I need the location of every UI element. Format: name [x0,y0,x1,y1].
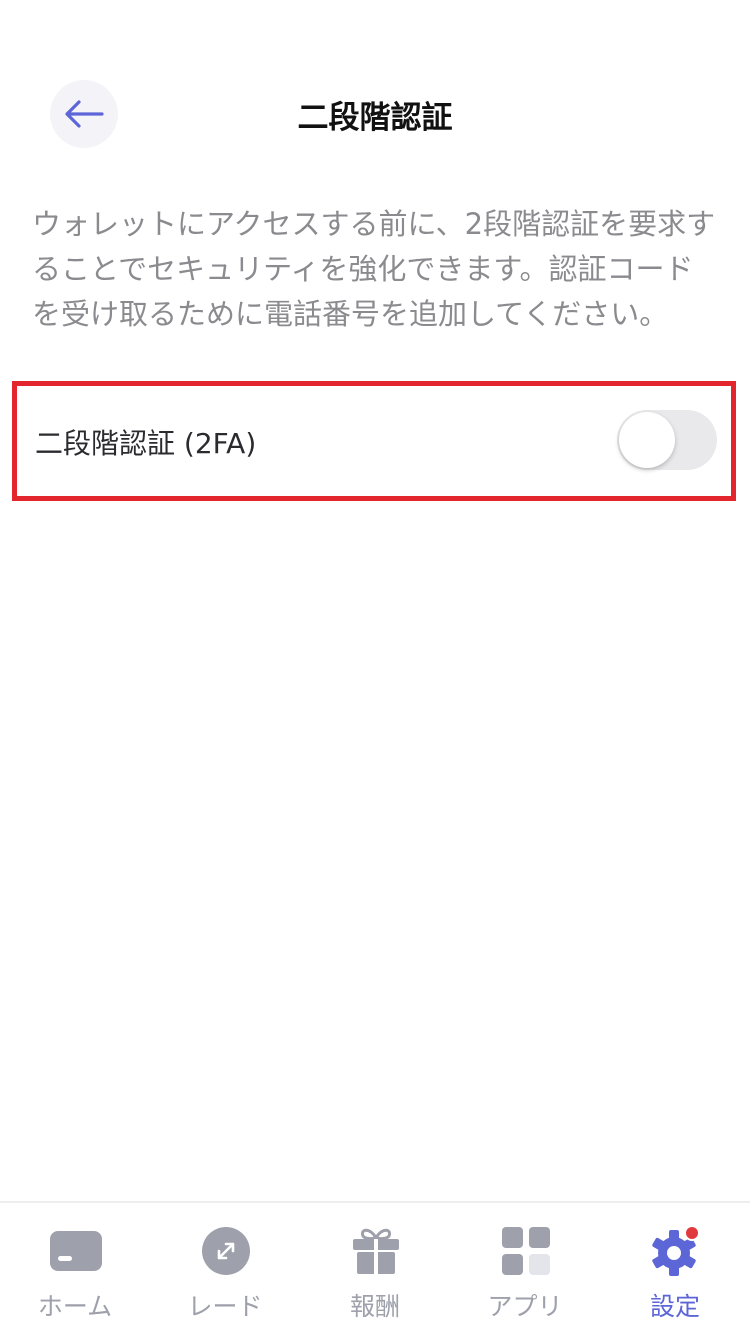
toggle-knob [619,412,675,468]
tab-rewards-label: 報酬 [349,1292,400,1321]
tab-settings-label: 設定 [649,1292,700,1321]
tab-trade[interactable]: レード [150,1203,300,1336]
apps-icon [502,1227,550,1275]
header: 二段階認証 [0,60,750,170]
tab-settings[interactable]: 設定 [600,1203,750,1336]
gear-icon [652,1225,700,1276]
bottom-tab-bar: ホーム レード 報酬 アプリ 設定 [0,1201,750,1336]
two-factor-setting-row: 二段階認証 (2FA) [12,381,736,501]
page-title: 二段階認証 [297,100,453,136]
tab-apps-label: アプリ [487,1292,563,1321]
tab-home-label: ホーム [37,1292,113,1321]
description-text: ウォレットにアクセスする前に、2段階認証を要求することでセキュリティを強化できま… [32,207,716,331]
gift-icon [353,1228,399,1274]
notification-badge [684,1225,700,1241]
tab-rewards[interactable]: 報酬 [300,1203,450,1336]
tab-home[interactable]: ホーム [0,1203,150,1336]
trade-icon [202,1227,250,1275]
two-factor-label: 二段階認証 (2FA) [35,427,257,460]
card-icon [50,1231,102,1271]
tab-apps[interactable]: アプリ [450,1203,600,1336]
two-factor-toggle[interactable] [617,410,717,470]
tab-trade-label: レード [187,1292,263,1321]
